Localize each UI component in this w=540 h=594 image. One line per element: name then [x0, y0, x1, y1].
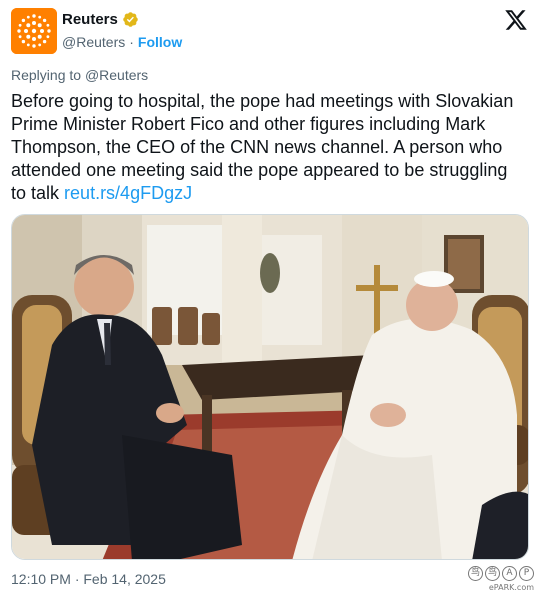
x-logo-icon[interactable] — [504, 8, 528, 32]
verified-badge-icon[interactable] — [122, 11, 139, 28]
reuters-avatar[interactable] — [11, 8, 57, 54]
tweet-link[interactable]: reut.rs/4gFDgzJ — [64, 183, 192, 203]
tweet-text: Before going to hospital, the pope had m… — [11, 90, 527, 205]
replying-to-mention[interactable]: @Reuters — [85, 67, 148, 83]
author-display-name[interactable]: Reuters — [62, 11, 118, 28]
watermark-char-1: 鸟 — [468, 566, 483, 581]
tweet-card: Reuters @Reuters · Follow Replying to @R… — [0, 0, 540, 594]
tweet-photo[interactable] — [11, 214, 529, 560]
watermark-char-4: P — [519, 566, 534, 581]
watermark-char-3: A — [502, 566, 517, 581]
replying-to-line: Replying to @Reuters — [11, 67, 148, 83]
watermark-char-2: 鸟 — [485, 566, 500, 581]
author-handle-row: @Reuters · Follow — [62, 34, 182, 50]
tweet-timestamp[interactable]: 12:10 PM · Feb 14, 2025 — [11, 571, 166, 587]
author-name-row: Reuters — [62, 11, 139, 28]
meeting-photo-illustration — [12, 215, 528, 559]
separator-dot: · — [129, 34, 134, 50]
watermark-site: ePARK.com — [488, 583, 534, 592]
replying-to-label: Replying to — [11, 67, 82, 83]
watermark: 鸟 鸟 A P — [468, 566, 534, 581]
reuters-logo-icon — [11, 8, 57, 54]
author-handle[interactable]: @Reuters — [62, 34, 125, 50]
follow-button[interactable]: Follow — [138, 34, 182, 50]
